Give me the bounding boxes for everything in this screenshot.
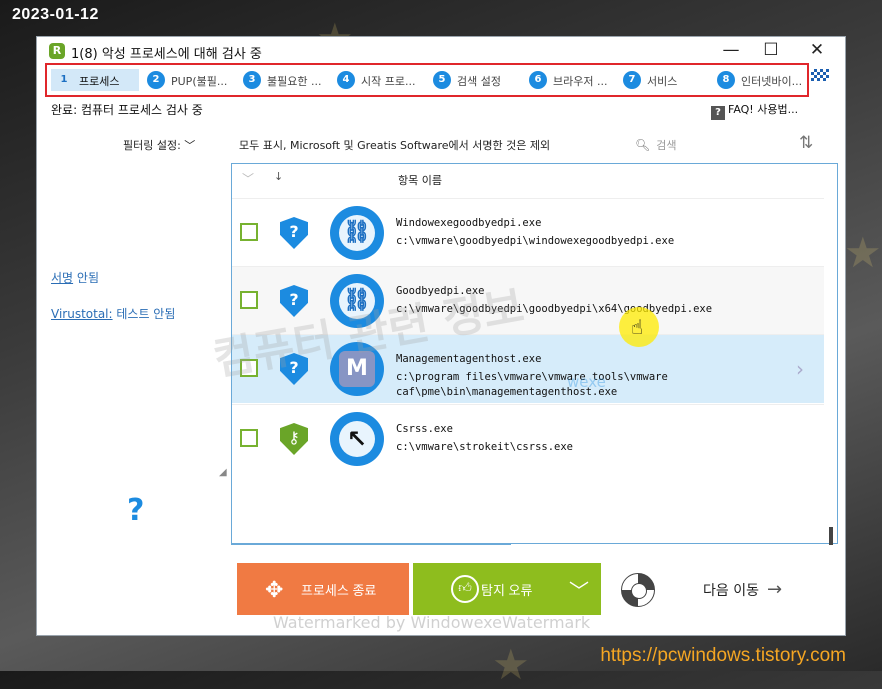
tab-browser[interactable]: 6 브라우저 ...	[525, 69, 617, 91]
false-positive-button[interactable]: 👍︎ 탐지 오류 ﹀	[413, 563, 601, 615]
resize-grip-icon[interactable]: ◢	[219, 467, 227, 478]
watermark-mid: wexe	[567, 373, 606, 391]
app-logo-icon: R	[49, 43, 65, 59]
list-header: ﹀ ↓ 항목 이름	[232, 164, 837, 194]
sort-arrow-icon[interactable]: ↓	[274, 170, 283, 183]
step-label: 인터넷바이...	[741, 75, 803, 88]
tab-services[interactable]: 7 서비스	[619, 69, 711, 91]
chevron-right-icon[interactable]: ›	[796, 357, 804, 381]
process-path: c:\vmware\goodbyedpi\windowexegoodbyedpi…	[396, 235, 675, 247]
chain-link-icon: ⛓	[339, 215, 375, 251]
kill-process-button[interactable]: ✥ 프로세스 종료	[237, 563, 409, 615]
arrow-right-icon: →	[766, 579, 783, 600]
process-icon: ↖	[330, 412, 384, 466]
step-number: 6	[529, 71, 547, 89]
next-button[interactable]: 다음 이동 →	[703, 579, 782, 600]
question-icon: ?	[711, 106, 725, 120]
close-button[interactable]: ✕	[799, 39, 835, 61]
cursor-click-icon: ↖	[339, 421, 375, 457]
step-label: 서비스	[647, 75, 678, 88]
select-all-checkbox[interactable]: ﹀	[242, 170, 254, 187]
kill-process-label: 프로세스 종료	[301, 583, 377, 598]
hand-cursor-icon: ☝	[631, 315, 644, 339]
step-number: 8	[717, 71, 735, 89]
process-icon: ⛓	[330, 206, 384, 260]
filter-dropdown[interactable]: 필터링 설정: ﹀	[123, 137, 195, 153]
virustotal-status: Virustotal: 테스트 안됨	[51, 305, 175, 322]
tab-internet[interactable]: 8 인터넷바이...	[713, 69, 805, 91]
signature-status: 서명 안됨	[51, 269, 99, 286]
shield-key-icon: ⚷	[280, 423, 308, 455]
process-path: c:\vmware\strokeit\csrss.exe	[396, 441, 574, 453]
app-window: R 1(8) 악성 프로세스에 대해 검사 중 — ☐ ✕ 1 프로세스 2 P…	[36, 36, 846, 636]
step-number: 4	[337, 71, 355, 89]
search-input[interactable]: 🔍︎ 검색	[635, 137, 775, 153]
step-number: 1	[60, 74, 68, 85]
step-number: 3	[243, 71, 261, 89]
checkered-flag-icon	[811, 69, 829, 81]
next-label: 다음 이동	[703, 583, 759, 599]
column-header-name[interactable]: 항목 이름	[398, 172, 442, 188]
star-decoration-icon: ★	[492, 640, 530, 689]
step-number: 2	[147, 71, 165, 89]
row-checkbox[interactable]	[240, 223, 258, 241]
tab-startup[interactable]: 4 시작 프로...	[333, 69, 425, 91]
step-label: 시작 프로...	[361, 75, 416, 88]
tab-processes[interactable]: 1 프로세스	[51, 69, 139, 91]
sort-toggle-icon[interactable]: ⇅	[799, 133, 813, 153]
step-label: 불필요한 ...	[267, 75, 322, 88]
crosshair-icon: ✥	[265, 577, 284, 602]
help-icon[interactable]: ?	[127, 493, 144, 528]
thumbs-up-icon: 👍︎	[451, 575, 479, 603]
virustotal-link[interactable]: Virustotal:	[51, 307, 113, 321]
horizontal-scrollbar[interactable]	[231, 543, 511, 545]
table-row[interactable]: ⚷ ↖ Csrss.exe c:\vmware\strokeit\csrss.e…	[232, 404, 824, 473]
tab-search-settings[interactable]: 5 검색 설정	[429, 69, 521, 91]
step-label: 브라우저 ...	[553, 75, 608, 88]
chevron-down-icon[interactable]: ﹀	[569, 575, 589, 604]
watermark-bottom: Watermarked by WindowexeWatermark	[273, 613, 591, 632]
scan-status: 완료: 컴퓨터 프로세스 검사 중	[51, 103, 203, 117]
star-decoration-icon: ★	[844, 228, 882, 277]
search-placeholder: 검색	[656, 139, 677, 152]
row-checkbox[interactable]	[240, 291, 258, 309]
maximize-button[interactable]: ☐	[753, 39, 789, 61]
process-name: Managementagenthost.exe	[396, 353, 542, 365]
virustotal-value: 테스트 안됨	[112, 307, 176, 321]
tab-unneeded[interactable]: 3 불필요한 ...	[239, 69, 331, 91]
date-stamp: 2023-01-12	[12, 6, 99, 23]
step-tabs: 1 프로세스 2 PUP(불필... 3 불필요한 ... 4 시작 프로...…	[45, 63, 809, 97]
process-name: Csrss.exe	[396, 423, 453, 435]
faq-link[interactable]: ? FAQ! 사용법...	[711, 101, 798, 120]
signature-value: 안됨	[73, 271, 99, 285]
step-label: 프로세스	[79, 75, 120, 88]
process-path: c:\program files\vmware\vmware tools\vmw…	[396, 371, 668, 398]
step-label: 검색 설정	[457, 75, 501, 88]
faq-label: FAQ! 사용법...	[728, 103, 799, 116]
support-lifebuoy-icon[interactable]	[621, 573, 655, 607]
step-number: 5	[433, 71, 451, 89]
signature-link[interactable]: 서명	[51, 271, 73, 285]
tab-pup[interactable]: 2 PUP(불필...	[143, 69, 235, 91]
window-title: 1(8) 악성 프로세스에 대해 검사 중	[71, 47, 262, 62]
vertical-scrollbar[interactable]	[829, 527, 833, 545]
minimize-button[interactable]: —	[713, 39, 749, 61]
process-name: Windowexegoodbyedpi.exe	[396, 217, 542, 229]
table-row[interactable]: ? ⛓ Windowexegoodbyedpi.exe c:\vmware\go…	[232, 198, 824, 267]
step-number: 7	[623, 71, 641, 89]
shield-question-icon: ?	[280, 217, 308, 249]
title-bar: R 1(8) 악성 프로세스에 대해 검사 중 — ☐ ✕	[37, 37, 845, 65]
site-url: https://pcwindows.tistory.com	[600, 645, 846, 666]
step-label: PUP(불필...	[171, 75, 228, 88]
search-icon: 🔍︎	[635, 138, 651, 152]
row-checkbox[interactable]	[240, 429, 258, 447]
false-positive-label: 탐지 오류	[481, 583, 533, 598]
filter-description: 모두 표시, Microsoft 및 Greatis Software에서 서명…	[239, 139, 551, 152]
